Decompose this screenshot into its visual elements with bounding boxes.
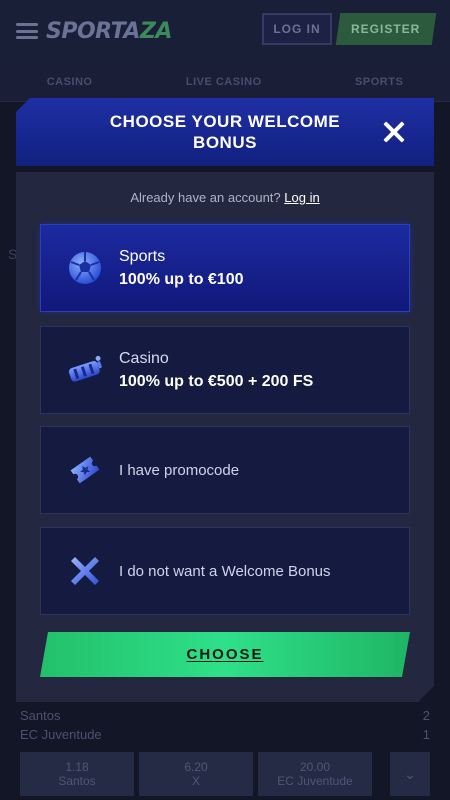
team-home: Santos bbox=[20, 708, 61, 723]
modal-header: CHOOSE YOUR WELCOME BONUS bbox=[16, 98, 434, 166]
site-header: SPORTAZA LOG IN REGISTER bbox=[0, 0, 450, 62]
score-away: 1 bbox=[422, 727, 430, 742]
cross-icon bbox=[65, 551, 105, 591]
option-title: Sports bbox=[119, 247, 166, 265]
bonus-option-sports[interactable]: Sports 100% up to €100 bbox=[40, 224, 410, 312]
main-nav: CASINO LIVE CASINO SPORTS bbox=[0, 62, 450, 102]
account-prompt: Already have an account? Log in bbox=[130, 190, 320, 205]
odd-button-away[interactable]: 20.00 EC Juventude bbox=[258, 752, 372, 796]
bonus-option-promocode[interactable]: I have promocode bbox=[40, 426, 410, 514]
menu-icon[interactable] bbox=[16, 23, 38, 39]
nav-item-sports[interactable]: SPORTS bbox=[355, 76, 403, 88]
nav-item-casino[interactable]: CASINO bbox=[47, 76, 93, 88]
chevron-down-icon: ⌄ bbox=[404, 765, 416, 782]
nav-item-live-casino[interactable]: LIVE CASINO bbox=[186, 76, 262, 88]
login-button[interactable]: LOG IN bbox=[262, 13, 332, 45]
odd-button-home[interactable]: 1.18 Santos bbox=[20, 752, 134, 796]
slot-reel-icon bbox=[65, 350, 105, 390]
ticket-icon bbox=[65, 450, 105, 490]
modal-title: CHOOSE YOUR WELCOME BONUS bbox=[109, 112, 341, 152]
choose-button[interactable]: CHOOSE bbox=[40, 632, 410, 677]
site-logo[interactable]: SPORTAZA bbox=[46, 19, 172, 44]
score-home: 2 bbox=[422, 708, 430, 723]
soccer-ball-icon bbox=[65, 248, 105, 288]
option-subtitle: 100% up to €100 bbox=[119, 270, 244, 288]
bonus-option-casino[interactable]: Casino 100% up to €500 + 200 FS bbox=[40, 326, 410, 414]
login-link[interactable]: Log in bbox=[284, 190, 319, 205]
match-card: Santos 2 EC Juventude 1 bbox=[20, 708, 430, 746]
close-icon[interactable] bbox=[382, 120, 406, 144]
choose-button-label: CHOOSE bbox=[186, 646, 264, 663]
option-title: Casino bbox=[119, 349, 169, 367]
option-title: I have promocode bbox=[119, 461, 240, 479]
bonus-option-none[interactable]: I do not want a Welcome Bonus bbox=[40, 527, 410, 615]
background-text: S bbox=[8, 246, 18, 262]
register-button[interactable]: REGISTER bbox=[335, 13, 437, 45]
odd-button-draw[interactable]: 6.20 X bbox=[139, 752, 253, 796]
team-away: EC Juventude bbox=[20, 727, 102, 742]
more-markets-button[interactable]: ⌄ bbox=[390, 752, 430, 796]
option-title: I do not want a Welcome Bonus bbox=[119, 562, 331, 580]
option-subtitle: 100% up to €500 + 200 FS bbox=[119, 372, 314, 390]
odds-row: 1.18 Santos 6.20 X 20.00 EC Juventude bbox=[20, 752, 372, 796]
